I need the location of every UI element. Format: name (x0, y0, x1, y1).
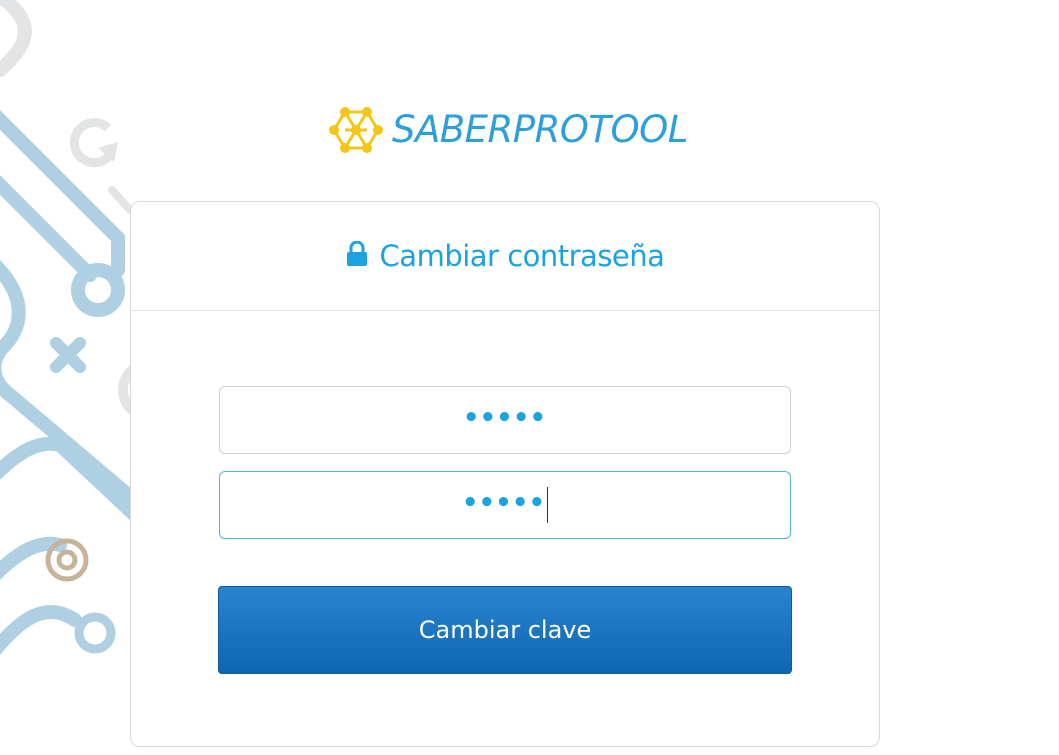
card-header: Cambiar contraseña (131, 202, 879, 311)
molecule-hexagon-icon (329, 107, 383, 153)
confirm-password-value: ••••• (462, 488, 546, 518)
page-title: Cambiar contraseña (379, 239, 665, 273)
background-decoration (0, 0, 140, 655)
lock-icon (346, 241, 367, 266)
text-caret (546, 487, 548, 523)
new-password-field[interactable]: ••••• (219, 386, 791, 454)
brand-logo: SABERPROTOOL (328, 104, 688, 156)
change-password-button[interactable]: Cambiar clave (218, 586, 792, 674)
change-password-card: Cambiar contraseña ••••• ••••• Cambiar c… (130, 201, 880, 747)
brand-name: SABERPROTOOL (392, 108, 688, 151)
new-password-value: ••••• (463, 403, 547, 433)
confirm-password-field[interactable]: ••••• (219, 471, 791, 539)
